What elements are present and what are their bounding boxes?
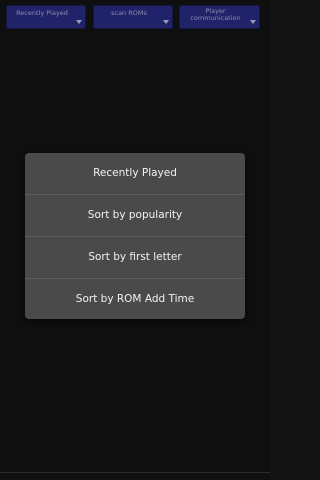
option-sort-by-first-letter[interactable]: Sort by first letter: [25, 237, 245, 279]
option-recently-played[interactable]: Recently Played: [25, 153, 245, 195]
sort-options-dialog: Recently Played Sort by popularity Sort …: [25, 153, 245, 319]
option-sort-by-rom-add-time[interactable]: Sort by ROM Add Time: [25, 279, 245, 319]
option-sort-by-popularity[interactable]: Sort by popularity: [25, 195, 245, 237]
bottom-divider: [0, 472, 270, 473]
